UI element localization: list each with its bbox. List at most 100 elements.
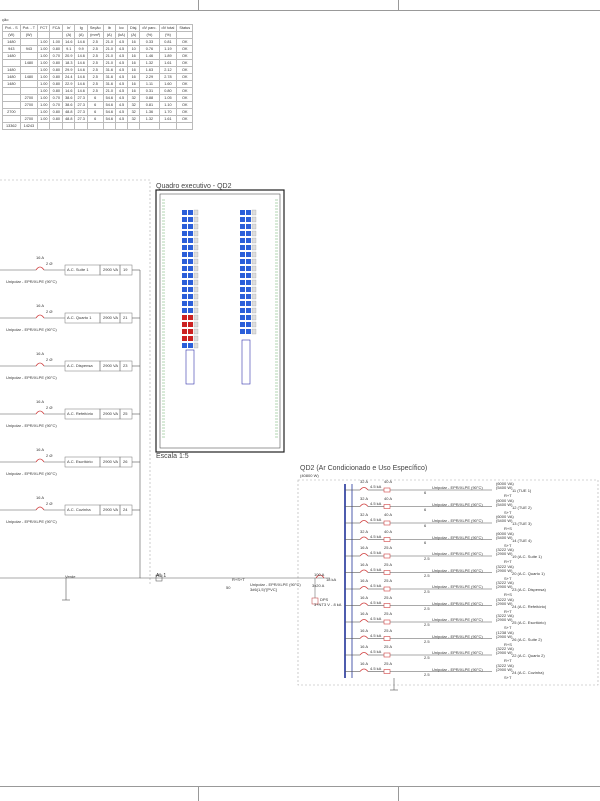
breaker-label-plate: [251, 307, 257, 314]
idr-rating: 25 A: [384, 594, 393, 600]
breaker-module: [240, 210, 245, 215]
circuit-power: 2900 VA: [103, 315, 119, 320]
circuit-cable: Unipolar - EPR/XLPE (90°C): [6, 279, 57, 284]
idr-rating: 25 A: [384, 561, 393, 567]
breaker-module: [188, 238, 193, 243]
breaker-module: [188, 280, 193, 285]
breaker-module: [188, 308, 193, 313]
breaker-module: [246, 224, 251, 229]
circuit-phases: S+T: [504, 674, 512, 680]
circuit-cable: Unipolar - EPR/XLPE (90°C): [432, 567, 483, 573]
breaker-module: [240, 301, 245, 306]
breaker-label-plate: [193, 230, 199, 237]
circuit-cable: Unipolar - EPR/XLPE (90°C): [6, 471, 57, 476]
breaker-module: [188, 252, 193, 257]
breaker-capacity: 4.5 kA: [370, 550, 382, 555]
circuit-power-w: (5400 W): [496, 501, 513, 507]
breaker-symbol: [359, 586, 369, 590]
breaker-module: [246, 217, 251, 222]
breaker-module: [188, 322, 193, 327]
circuit-number: 14 (TUE 4): [512, 537, 532, 543]
breaker-module: [240, 224, 245, 229]
breaker-module: [240, 252, 245, 257]
cable-section: 6: [424, 490, 427, 495]
circuit-number: 20 (A.C. Quarto 1): [512, 570, 545, 576]
breaker-capacity: 4.5 kA: [370, 599, 382, 605]
circuit-cable: Unipolar - EPR/XLPE (90°C): [432, 518, 483, 523]
breaker-capacity: 4.5 kA: [370, 616, 382, 621]
breaker-module: [240, 308, 245, 313]
feeder-phases: R+S+T: [232, 577, 245, 582]
breaker-rating: 16 A: [36, 255, 45, 260]
breaker-module: [246, 238, 251, 243]
circuit-power-w: (2900 W): [496, 600, 513, 606]
breaker-module: [188, 210, 193, 215]
circuit-cable: Unipolar - EPR/XLPE (90°C): [432, 617, 483, 622]
idr-rating: 25 A: [384, 627, 393, 633]
breaker-rating: 16 A: [360, 545, 369, 550]
breaker-label-plate: [193, 314, 199, 321]
breaker-module: [182, 210, 187, 215]
breaker-label-plate: [193, 251, 199, 258]
breaker-rating: 16 A: [360, 627, 369, 633]
breaker-label-plate: [193, 279, 199, 286]
circuit-name: A.C. Dispensa: [67, 363, 93, 368]
breaker-module: [246, 287, 251, 292]
electrical-diagram: [0, 179, 599, 691]
breaker-symbol: [359, 553, 369, 557]
breaker-rating: 16 A: [360, 660, 369, 666]
breaker-module: [182, 322, 187, 327]
breaker-module: [182, 273, 187, 278]
breaker-module: [188, 343, 193, 348]
idr-rating: 25 A: [384, 611, 393, 616]
breaker-poles: 2 Ø: [46, 405, 53, 410]
breaker-rating: 16 A: [36, 399, 45, 404]
circuit-number: 21: [123, 315, 128, 320]
qd2-exec-outer-frame: [155, 189, 285, 453]
breaker-label-plate: [193, 342, 199, 349]
left-panel-border: [0, 179, 151, 585]
breaker-capacity: 4.5 kA: [370, 566, 382, 572]
circuit-cable: Unipolar - EPR/XLPE (90°C): [432, 666, 483, 672]
idr-symbol: [383, 570, 391, 575]
circuit-power-w: (5400 W): [496, 485, 513, 490]
idr-rating: 40 A: [384, 528, 393, 534]
breaker-rating: 16 A: [360, 594, 369, 600]
circuit-number: 26: [123, 459, 128, 464]
circuit-number: 24: [123, 507, 128, 512]
idr-symbol: [383, 553, 391, 559]
breaker-rating: 32 A: [360, 479, 369, 484]
breaker-symbol: [359, 487, 369, 491]
breaker-symbol: [35, 314, 45, 319]
ground-label: Verde: [65, 574, 76, 579]
breaker-module: [246, 252, 251, 257]
cable-section: 2.5: [424, 589, 430, 594]
breaker-module: [246, 231, 251, 236]
circuit-power: 2900 VA: [103, 267, 119, 272]
breaker-label-plate: [251, 328, 257, 335]
breaker-label-plate: [251, 216, 257, 223]
circuit-number: 23: [123, 363, 128, 368]
circuit-cable: Unipolar - EPR/XLPE (90°C): [432, 485, 483, 490]
circuit-number: 23 (A.C. Dispensa): [512, 587, 546, 592]
breaker-symbol: [359, 602, 369, 606]
breaker-rating: 32 A: [360, 512, 369, 517]
breaker-symbol: [359, 503, 369, 507]
circuit-number: 19 (A.C. Suíte 1): [512, 554, 542, 559]
cable-section: 2.5: [424, 572, 430, 578]
circuit-cable: Unipolar - EPR/XLPE (90°C): [432, 600, 483, 606]
breaker-rating: 16 A: [36, 351, 45, 356]
breaker-module: [188, 329, 193, 334]
idr-symbol: [383, 619, 391, 625]
breaker-label-plate: [251, 237, 257, 244]
idr-symbol: [383, 636, 391, 641]
idr-symbol: [383, 586, 391, 592]
circuit-number: 11 (TUE 1): [512, 488, 532, 493]
breaker-label-plate: [251, 230, 257, 237]
breaker-label-plate: [193, 300, 199, 307]
breaker-module: [240, 238, 245, 243]
circuit-number: 25 (A.C. Escritório): [512, 620, 546, 625]
breaker-module: [246, 329, 251, 334]
breaker-module: [182, 294, 187, 299]
breaker-module: [246, 280, 251, 285]
